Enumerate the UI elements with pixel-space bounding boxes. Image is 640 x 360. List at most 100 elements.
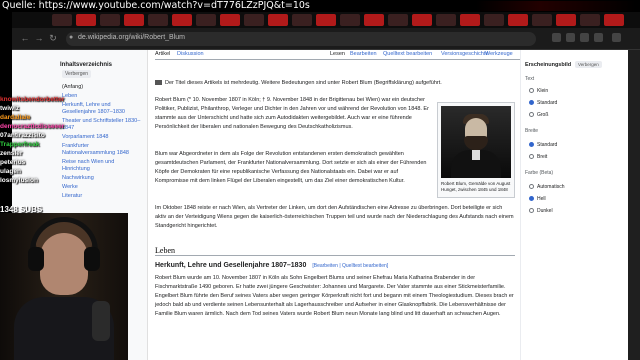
radio-checked-icon [529, 100, 534, 106]
portrait-caption: Robert Blum, Gemälde von August Hunget, … [441, 181, 511, 192]
tab-discussion[interactable]: Diskussion [177, 51, 204, 57]
option-large[interactable]: Groß [529, 112, 548, 118]
browser-tab[interactable] [100, 14, 120, 26]
option-light[interactable]: Hell [529, 196, 546, 202]
chat-message: peterius [0, 159, 26, 166]
browser-tab[interactable] [412, 14, 432, 26]
back-icon[interactable]: ← [20, 33, 30, 43]
forward-icon[interactable]: → [34, 33, 44, 43]
chat-message: dardaliaie [0, 114, 31, 121]
appearance-title: Erscheinungsbild [525, 62, 572, 68]
radio-checked-icon [529, 196, 534, 202]
microphone-icon [92, 301, 110, 341]
browser-tab[interactable] [556, 14, 576, 26]
address-row: ← → ↻ ● de.wikipedia.org/wiki/Robert_Blu… [12, 28, 640, 50]
browser-tab[interactable] [604, 14, 624, 26]
browser-tab[interactable] [292, 14, 312, 26]
appearance-panel: Erscheinungsbild Verbergen Text Klein St… [520, 50, 628, 360]
radio-icon [529, 154, 534, 160]
article-main: Artikel Diskussion Lesen Bearbeiten Quel… [155, 50, 520, 360]
reload-icon[interactable]: ↻ [48, 33, 58, 43]
browser-tab[interactable] [364, 14, 384, 26]
chat-message: twiwiz [0, 105, 20, 112]
source-label: Quelle: https://www.youtube.com/watch?v=… [2, 0, 310, 11]
stream-top-decoration [476, 1, 636, 11]
width-label: Breite [525, 128, 539, 134]
tab-article[interactable]: Artikel [155, 51, 170, 57]
browser-tab[interactable] [508, 14, 528, 26]
hatnote: Der Titel dieses Artikels ist mehrdeutig… [155, 80, 520, 86]
extension-icon[interactable] [552, 33, 561, 42]
tab-edit[interactable]: Bearbeiten [350, 51, 377, 57]
radio-checked-icon [529, 142, 534, 148]
browser-tab[interactable] [532, 14, 552, 26]
option-width-wide[interactable]: Breit [529, 154, 547, 160]
option-standard[interactable]: Standard [529, 100, 557, 106]
browser-tab[interactable] [124, 14, 144, 26]
browser-tab[interactable] [436, 14, 456, 26]
tab-read[interactable]: Lesen [330, 51, 345, 57]
tab-edit-source[interactable]: Quelltext bearbeiten [383, 51, 432, 57]
tab-tools[interactable]: Werkzeuge [485, 51, 513, 57]
paragraph: Robert Blum wurde am 10. November 1807 i… [155, 275, 514, 317]
intro-paragraph: Robert Blum (* 10. November 1807 in Köln… [155, 97, 429, 130]
portrait-image[interactable] [441, 106, 511, 178]
extension-icon[interactable] [580, 33, 589, 42]
hatnote-text: Der Titel dieses Artikels ist mehrdeutig… [165, 80, 442, 86]
chat-message: 07antirazzisito [0, 132, 45, 139]
edit-section-link[interactable]: [Bearbeiten | Quelltext bearbeiten] [312, 263, 388, 269]
chat-message: Trapperfreak [0, 141, 40, 148]
option-width-standard[interactable]: Standard [529, 142, 557, 148]
browser-tab[interactable] [580, 14, 600, 26]
option-small[interactable]: Klein [529, 88, 548, 94]
option-dark[interactable]: Dunkel [529, 208, 553, 214]
browser-tab[interactable] [460, 14, 480, 26]
browser-tab[interactable] [196, 14, 216, 26]
extension-icon[interactable] [594, 33, 603, 42]
extension-icon[interactable] [566, 33, 575, 42]
chat-message: democrazticdisseeer [0, 123, 65, 130]
radio-icon [529, 88, 534, 94]
browser-tab[interactable] [244, 14, 264, 26]
toc-item[interactable]: Literatur [62, 193, 142, 200]
lock-icon: ● [69, 34, 74, 41]
subsection-heading: Herkunft, Lehre und Gesellenjahre 1807–1… [155, 262, 388, 269]
toc-hide-button[interactable]: Verbergen [62, 70, 92, 78]
tab-strip [12, 12, 640, 28]
browser-tab[interactable] [172, 14, 192, 26]
browser-tab[interactable] [316, 14, 336, 26]
option-auto[interactable]: Automatisch [529, 184, 565, 190]
radio-icon [529, 112, 534, 118]
webcam-feed [0, 213, 128, 360]
paragraph: Blum war Abgeordneter in dem als Folge d… [155, 151, 427, 184]
disambiguation-icon [155, 80, 162, 86]
menu-icon[interactable] [612, 33, 621, 42]
url-text: de.wikipedia.org/wiki/Robert_Blum [78, 34, 185, 41]
subsection-title: Herkunft, Lehre und Gesellenjahre 1807–1… [155, 262, 307, 269]
radio-icon [529, 208, 534, 214]
radio-icon [529, 184, 534, 190]
color-label: Farbe (Beta) [525, 170, 554, 176]
chat-message: ulagen [0, 168, 21, 175]
url-bar[interactable]: ● de.wikipedia.org/wiki/Robert_Blum [66, 32, 536, 46]
toc-title: Inhaltsverzeichnis [60, 62, 113, 68]
toc-item[interactable]: Werke [62, 184, 142, 191]
appearance-hide-button[interactable]: Verbergen [575, 61, 602, 68]
browser-tab[interactable] [268, 14, 288, 26]
tab-history[interactable]: Versionsgeschichte [441, 51, 488, 57]
chat-message: losmylusion [0, 177, 38, 184]
browser-tab[interactable] [148, 14, 168, 26]
chat-message: knowitsbendorbetter [0, 96, 65, 103]
browser-tab[interactable] [52, 14, 72, 26]
browser-tab[interactable] [484, 14, 504, 26]
toc-item[interactable]: (Anfang) [62, 84, 142, 91]
chat-message: zensler [0, 150, 23, 157]
browser-tab[interactable] [388, 14, 408, 26]
browser-tab[interactable] [340, 14, 360, 26]
browser-tab[interactable] [220, 14, 240, 26]
section-heading: Leben [155, 246, 515, 256]
browser-tab[interactable] [76, 14, 96, 26]
article-tabs: Artikel Diskussion Lesen Bearbeiten Quel… [155, 50, 520, 60]
stream-chat: knowitsbendorbetter twiwiz dardaliaie de… [0, 95, 130, 185]
infobox: Robert Blum, Gemälde von August Hunget, … [437, 102, 515, 198]
